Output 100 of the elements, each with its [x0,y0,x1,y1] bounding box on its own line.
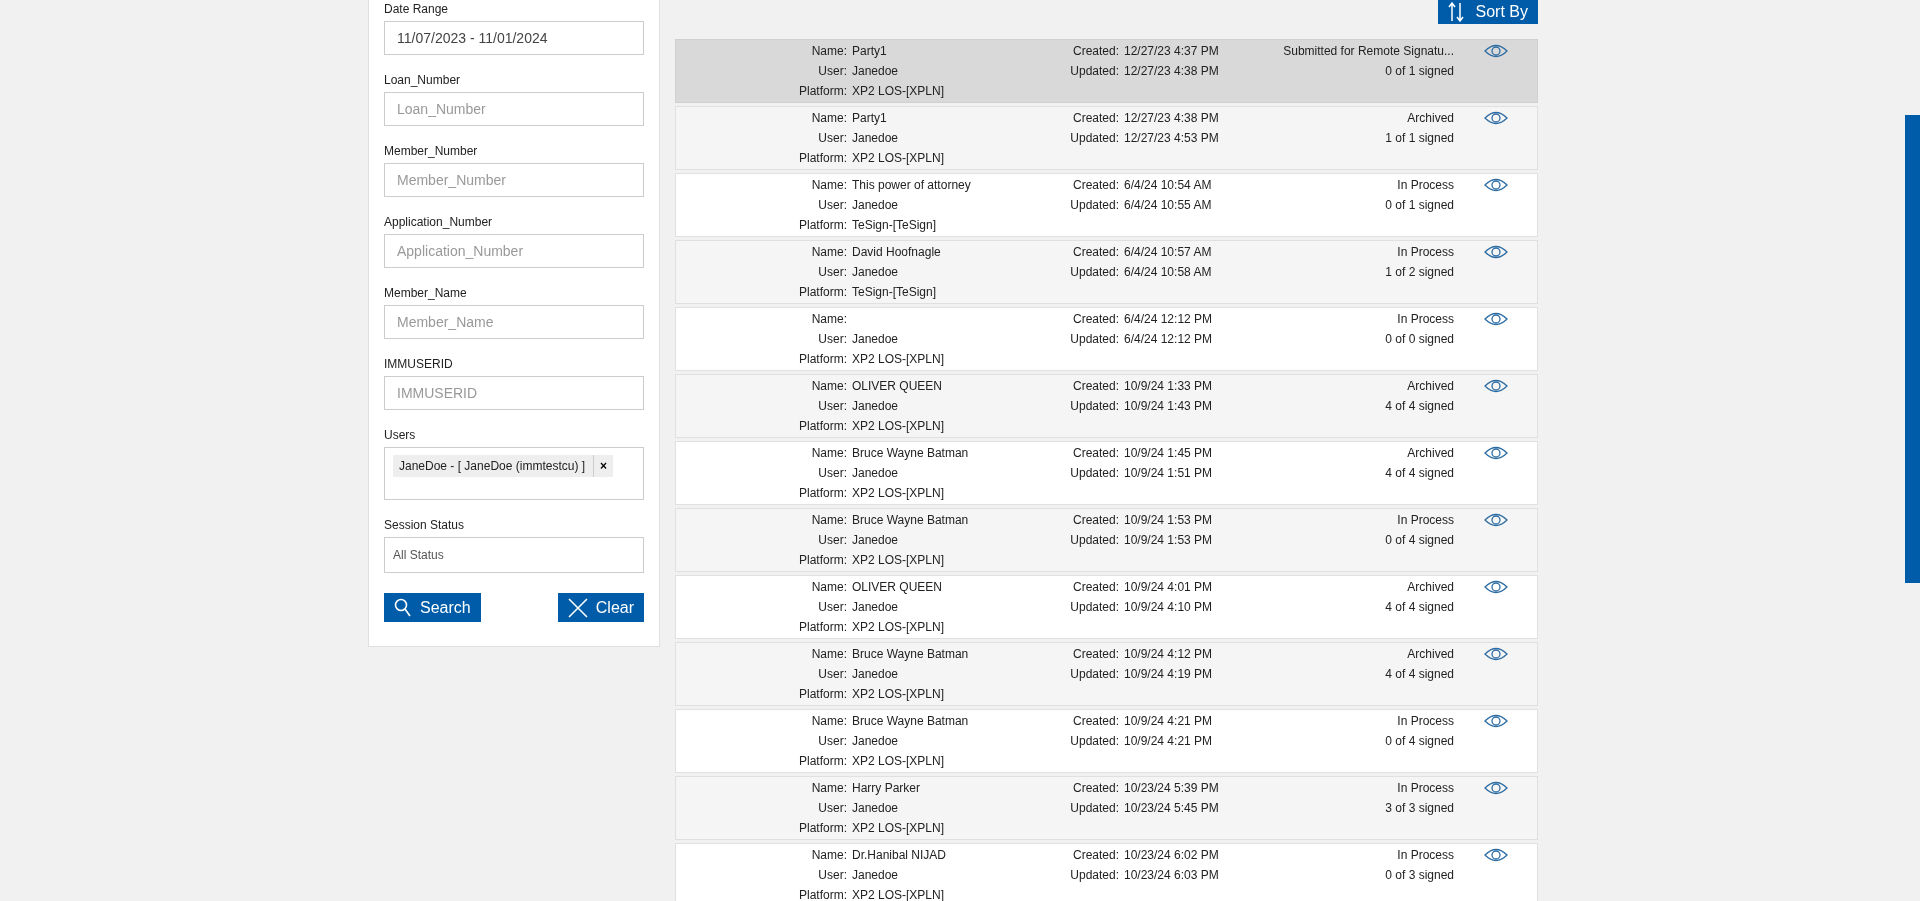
updated-label: Updated: [1069,532,1120,549]
updated-label: Updated: [1069,398,1120,415]
user-label: User: [817,331,848,348]
created-label: Created: [1071,713,1120,730]
view-icon[interactable] [1483,245,1508,259]
platform-value: XP2 LOS-[XPLN] [852,83,946,100]
name-label: Name: [810,43,848,60]
field-label: Date Range [384,2,450,16]
created-date: 10/9/24 4:12 PM [1124,646,1214,663]
platform-value: XP2 LOS-[XPLN] [852,686,946,703]
field-label: Users [384,428,417,442]
platform-label: Platform: [798,686,848,703]
sort-icon [1447,2,1464,22]
platform-value: TeSign-[TeSign] [852,284,938,301]
status-text: Archived [1406,445,1454,462]
session-row[interactable]: Name: Created: 6/4/24 12:12 PM In Process User: Janedoe Updated: 6/4/24 12:12 PM 0 of 0 signed Platform: XP2 LOS-[XPLN] [675,307,1538,371]
signed-count: 1 of 1 signed [1384,130,1454,147]
platform-label: Platform: [798,217,848,234]
created-date: 10/9/24 1:45 PM [1124,445,1214,462]
user-value: Janedoe [852,465,900,482]
created-label: Created: [1071,378,1120,395]
clear-button[interactable]: Clear [557,593,644,622]
created-date: 12/27/23 4:38 PM [1124,110,1220,127]
session-row[interactable]: Name: David Hoofnagle Created: 6/4/24 10:57 AM In Process User: Janedoe Updated: 6/4/24 10:58 AM 1 of 2 signed Platform: TeSign-[TeSign] [675,240,1538,304]
field-label: Loan_Number [384,73,462,87]
text-field[interactable]: Application_Number [384,234,644,268]
view-icon[interactable] [1483,580,1508,594]
platform-value: XP2 LOS-[XPLN] [852,619,946,636]
name-label: Name: [810,177,848,194]
text-field[interactable]: IMMUSERID [384,376,644,410]
signed-count: 0 of 0 signed [1384,331,1454,348]
scrollbar[interactable] [1905,115,1920,583]
users-field[interactable]: JaneDoe - [ JaneDoe (immtestcu) ] × [384,447,644,500]
session-row[interactable]: Name: Bruce Wayne Batman Created: 10/9/24 4:12 PM Archived User: Janedoe Updated: 10/9/24 4:19 PM 4 of 4 signed Platform: XP2 LOS-[XPLN] [675,642,1538,706]
close-icon [567,597,588,618]
session-row[interactable]: Name: Bruce Wayne Batman Created: 10/9/24 4:21 PM In Process User: Janedoe Updated: 10/9/24 4:21 PM 0 of 4 signed Platform: XP2 LOS-[XPLN] [675,709,1538,773]
session-row[interactable]: Name: This power of attorney Created: 6/4/24 10:54 AM In Process User: Janedoe Updated: 6/4/24 10:55 AM 0 of 1 signed Platform: TeSign-[TeSign] [675,173,1538,237]
view-icon[interactable] [1483,714,1508,728]
view-icon[interactable] [1483,513,1508,527]
view-icon[interactable] [1483,312,1508,326]
updated-date: 6/4/24 10:55 AM [1124,197,1213,214]
field-label: Member_Name [384,286,468,300]
session-row[interactable]: Name: Bruce Wayne Batman Created: 10/9/24 1:45 PM Archived User: Janedoe Updated: 10/9/24 1:51 PM 4 of 4 signed Platform: XP2 LOS-[XPLN] [675,441,1538,505]
platform-label: Platform: [798,820,848,837]
view-icon[interactable] [1483,44,1508,58]
status-text: In Process [1396,177,1454,194]
status-text: Archived [1406,110,1454,127]
session-row[interactable]: Name: Harry Parker Created: 10/23/24 5:39 PM In Process User: Janedoe Updated: 10/23/24 5:45 PM 3 of 3 signed Platform: XP2 LOS-[XPLN] [675,776,1538,840]
created-label: Created: [1071,512,1120,529]
platform-label: Platform: [798,552,848,569]
user-value: Janedoe [852,130,900,147]
updated-label: Updated: [1069,666,1120,683]
user-value: Janedoe [852,666,900,683]
text-field[interactable]: Loan_Number [384,92,644,126]
text-field[interactable]: Member_Name [384,305,644,339]
created-label: Created: [1071,646,1120,663]
created-date: 12/27/23 4:37 PM [1124,43,1220,60]
signed-count: 4 of 4 signed [1384,465,1454,482]
remove-button[interactable]: × [594,459,614,473]
session-row[interactable]: Name: Dr.Hanibal NIJAD Created: 10/23/24 6:02 PM In Process User: Janedoe Updated: 10/23/24 6:03 PM 0 of 3 signed Platform: XP2 LOS-[XPLN] [675,843,1538,901]
name-label: Name: [810,311,848,328]
session-row[interactable]: Name: Party1 Created: 12/27/23 4:38 PM Archived User: Janedoe Updated: 12/27/23 4:53 PM 1 of 1 signed Platform: XP2 LOS-[XPLN] [675,106,1538,170]
platform-value: XP2 LOS-[XPLN] [852,485,946,502]
updated-date: 6/4/24 12:12 PM [1124,331,1214,348]
name-label: Name: [810,579,848,596]
name-value: OLIVER QUEEN [852,579,944,596]
view-icon[interactable] [1483,446,1508,460]
text-field[interactable]: 11/07/2023 - 11/01/2024 [384,21,644,55]
updated-date: 10/9/24 4:10 PM [1124,599,1214,616]
text-field[interactable]: Member_Number [384,163,644,197]
sort-button[interactable]: Sort By [1437,0,1538,24]
session-row[interactable]: Name: OLIVER QUEEN Created: 10/9/24 4:01 PM Archived User: Janedoe Updated: 10/9/24 4:10 PM 4 of 4 signed Platform: XP2 LOS-[XPLN] [675,575,1538,639]
created-date: 10/9/24 4:01 PM [1124,579,1214,596]
user-label: User: [817,532,848,549]
name-value: Harry Parker [852,780,921,797]
status-text: Archived [1406,378,1454,395]
view-icon[interactable] [1483,848,1508,862]
status-select[interactable]: All Status [384,537,644,573]
updated-date: 10/9/24 4:21 PM [1124,733,1214,750]
name-value: Bruce Wayne Batman [852,512,970,529]
session-row[interactable]: Name: Party1 Created: 12/27/23 4:37 PM Submitted for Remote Signatu... User: Janedoe Updated: 12/27/23 4:38 PM 0 of 1 signed Platform: XP2 LOS-[XPLN] [675,39,1538,103]
view-icon[interactable] [1483,111,1508,125]
view-icon[interactable] [1483,379,1508,393]
view-icon[interactable] [1483,781,1508,795]
user-label: User: [817,599,848,616]
view-icon[interactable] [1483,647,1508,661]
view-icon[interactable] [1483,178,1508,192]
name-label: Name: [810,512,848,529]
session-row[interactable]: Name: Bruce Wayne Batman Created: 10/9/24 1:53 PM In Process User: Janedoe Updated: 10/9/24 1:53 PM 0 of 4 signed Platform: XP2 LOS-[XPLN] [675,508,1538,572]
name-value: Bruce Wayne Batman [852,713,970,730]
session-row[interactable]: Name: OLIVER QUEEN Created: 10/9/24 1:33 PM Archived User: Janedoe Updated: 10/9/24 1:43 PM 4 of 4 signed Platform: XP2 LOS-[XPLN] [675,374,1538,438]
status-text: In Process [1396,713,1454,730]
status-text: Archived [1406,579,1454,596]
status-text: In Process [1396,780,1454,797]
name-label: Name: [810,847,848,864]
search-button[interactable]: Search [384,593,481,622]
name-label: Name: [810,780,848,797]
created-date: 10/9/24 1:33 PM [1124,378,1214,395]
name-value: Party1 [852,110,888,127]
user-label: User: [817,130,848,147]
